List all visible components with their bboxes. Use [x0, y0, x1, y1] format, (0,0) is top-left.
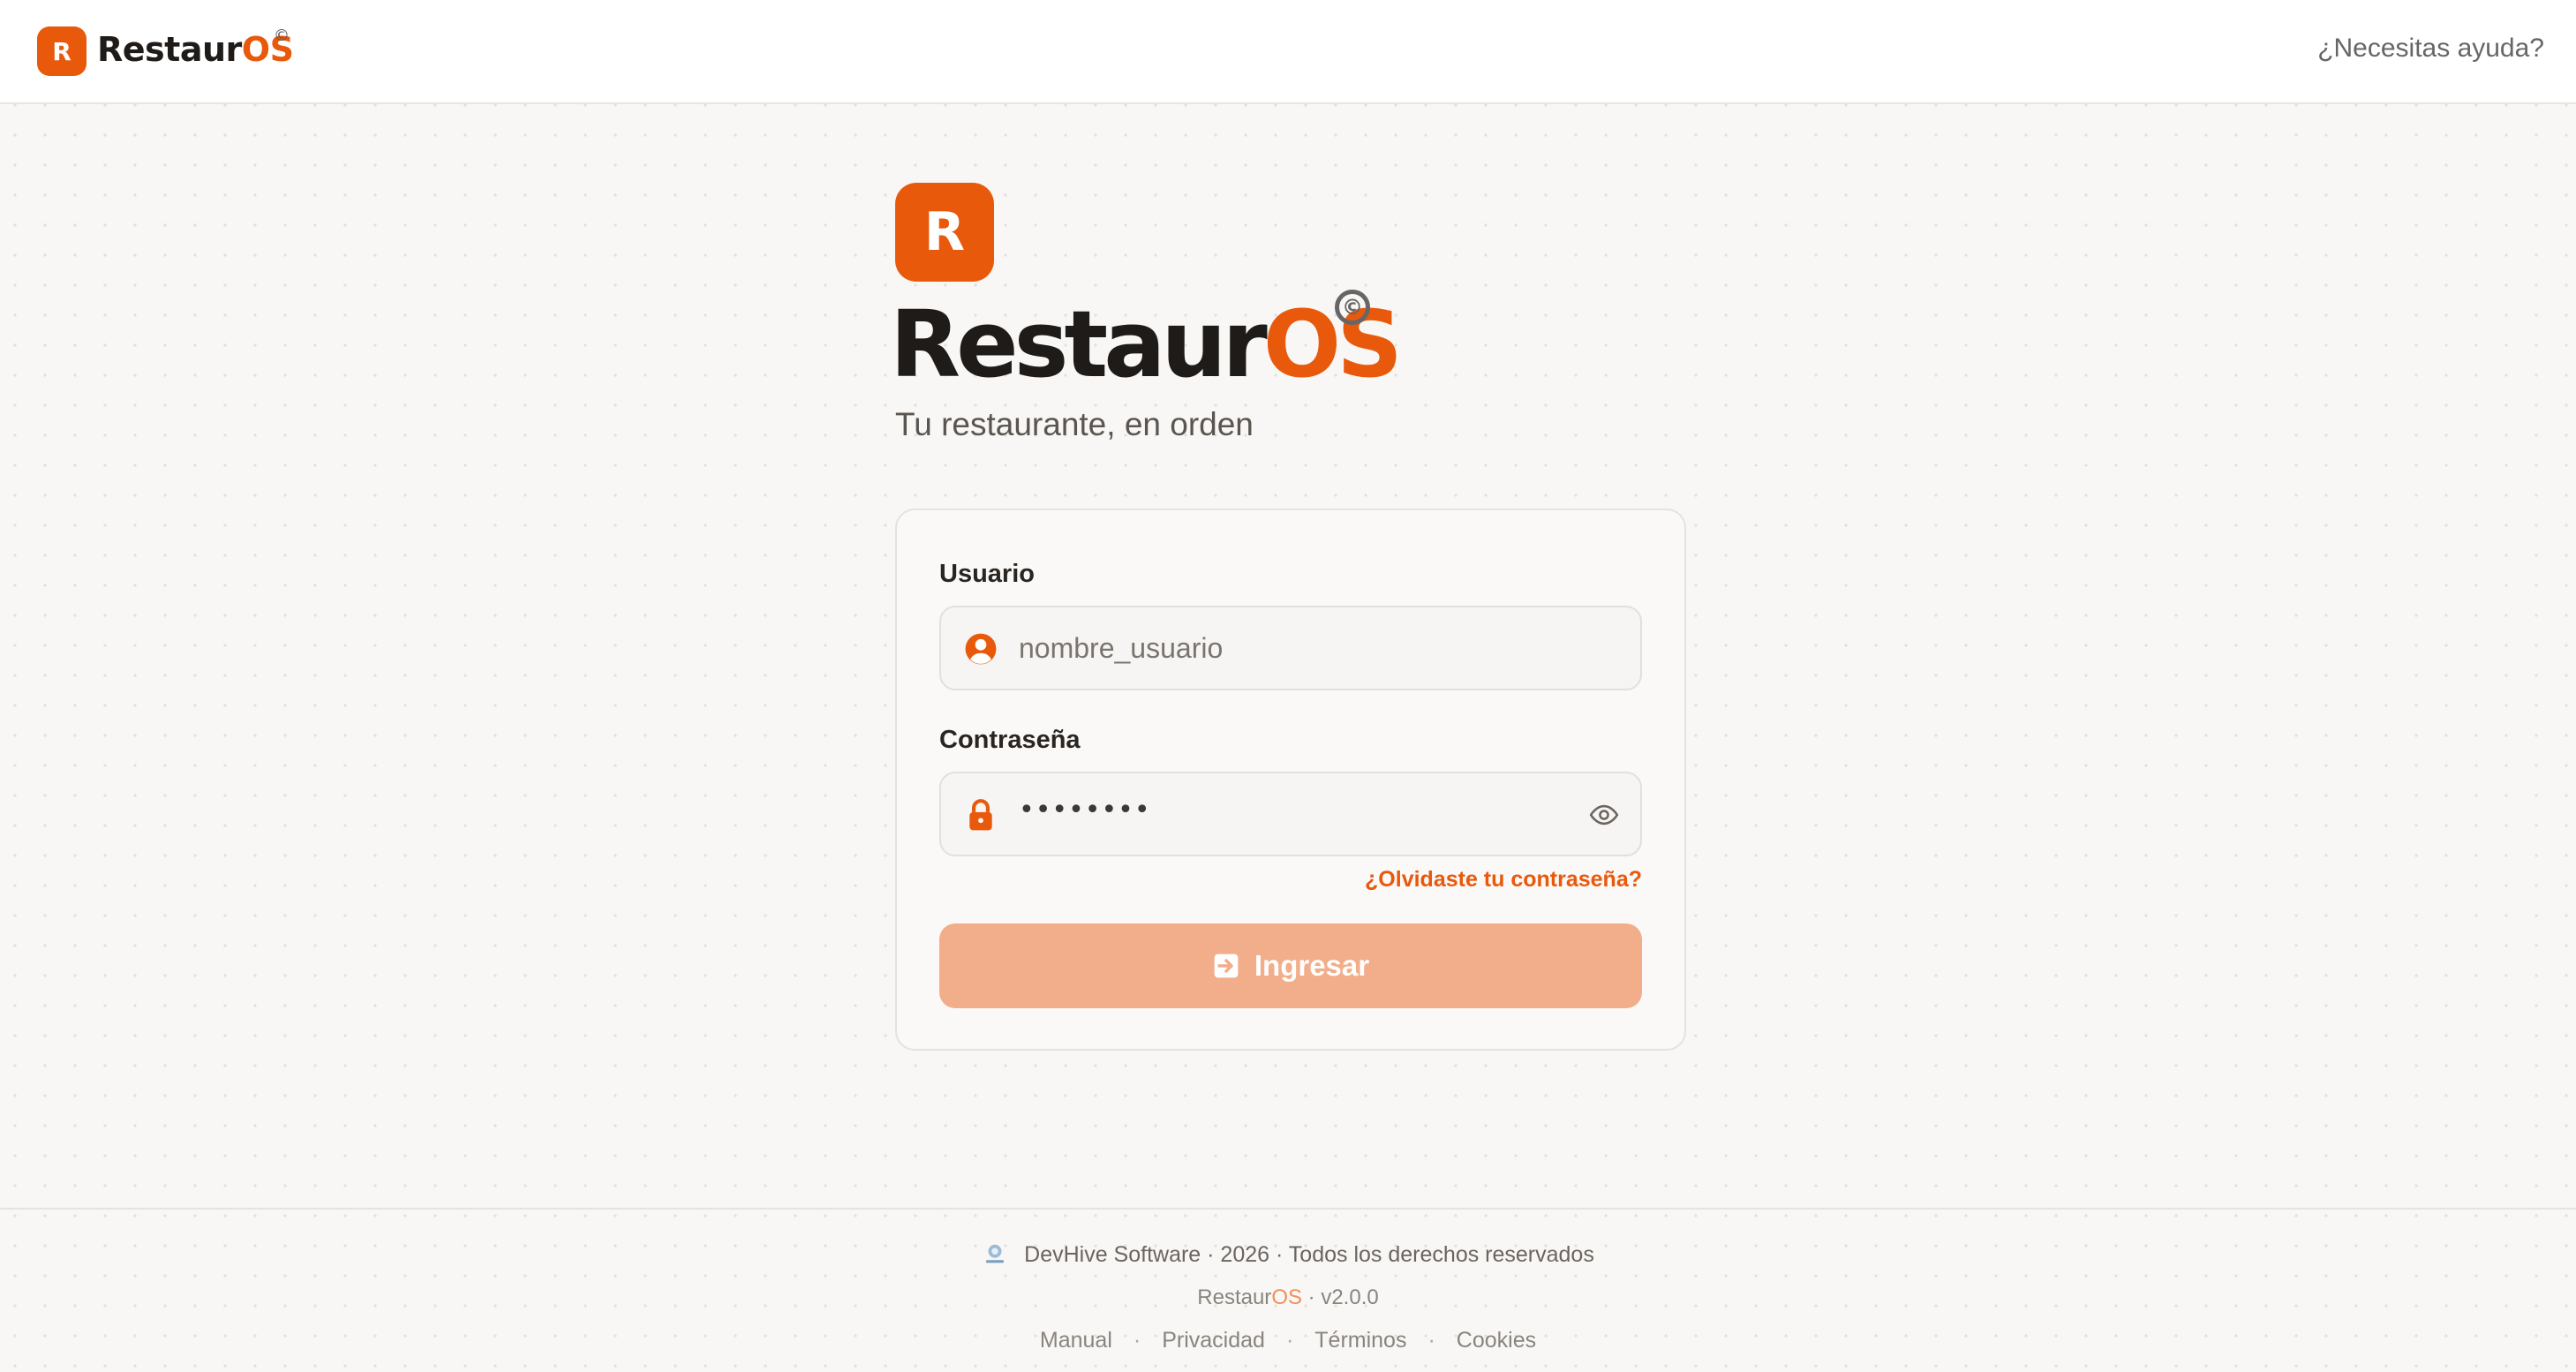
footer-link-manual[interactable]: Manual	[1040, 1328, 1112, 1353]
password-label: Contraseña	[939, 726, 1081, 754]
copyright-icon: ©	[274, 26, 290, 45]
footer-link-terms[interactable]: Términos	[1314, 1328, 1406, 1353]
tagline: Tu restaurante, en orden	[895, 406, 1254, 442]
hero-copyright-icon: ©	[1335, 290, 1370, 325]
username-label: Usuario	[939, 560, 1035, 588]
version-brand-dark: Restaur	[1197, 1285, 1272, 1309]
footer-link-cookies[interactable]: Cookies	[1457, 1328, 1536, 1353]
footer-separator: ·	[1133, 1328, 1141, 1353]
hero-brand-accent: OS	[1262, 290, 1403, 398]
login-arrow-icon	[1214, 954, 1239, 978]
devhive-logo-icon	[986, 1244, 1005, 1263]
login-button-label: Ingresar	[1254, 949, 1370, 982]
footer-link-privacy[interactable]: Privacidad	[1162, 1328, 1265, 1353]
user-circle-icon	[965, 633, 997, 665]
footer-separator: ·	[1427, 1328, 1435, 1353]
footer-version: RestaurOS · v2.0.0	[0, 1285, 2576, 1310]
login-button[interactable]: Ingresar	[939, 923, 1642, 1008]
footer-company: DevHive Software · 2026 · Todos los dere…	[0, 1241, 2576, 1268]
footer-company-text: DevHive Software · 2026 · Todos los dere…	[1024, 1241, 1594, 1267]
username-field[interactable]: nombre_usuario	[939, 606, 1642, 690]
lock-icon	[969, 799, 992, 831]
password-input[interactable]: ••••••••	[1019, 795, 1151, 825]
brand-name-dark: Restaur	[97, 30, 242, 69]
version-number: · v2.0.0	[1302, 1285, 1379, 1309]
footer: DevHive Software · 2026 · Todos los dere…	[0, 1208, 2576, 1372]
help-link[interactable]: ¿Necesitas ayuda?	[2317, 34, 2544, 64]
hero-brand: RestaurOS	[890, 298, 1403, 390]
footer-links: Manual · Privacidad · Términos · Cookies	[0, 1328, 2576, 1353]
top-bar: R RestaurOS © ¿Necesitas ayuda?	[0, 0, 2576, 104]
hero-logo-icon: R	[895, 183, 994, 282]
app-brand[interactable]: RestaurOS	[97, 30, 294, 69]
eye-icon[interactable]	[1589, 800, 1619, 830]
password-field[interactable]: ••••••••	[939, 772, 1642, 856]
forgot-password-link[interactable]: ¿Olvidaste tu contraseña?	[1365, 867, 1642, 893]
footer-separator: ·	[1285, 1328, 1294, 1353]
login-card: Usuario nombre_usuario Contraseña ••••••…	[895, 509, 1686, 1051]
version-brand-accent: OS	[1271, 1285, 1302, 1309]
hero-brand-dark: Restaur	[890, 290, 1268, 398]
username-input[interactable]: nombre_usuario	[1019, 632, 1223, 665]
app-logo-icon[interactable]: R	[37, 26, 87, 76]
